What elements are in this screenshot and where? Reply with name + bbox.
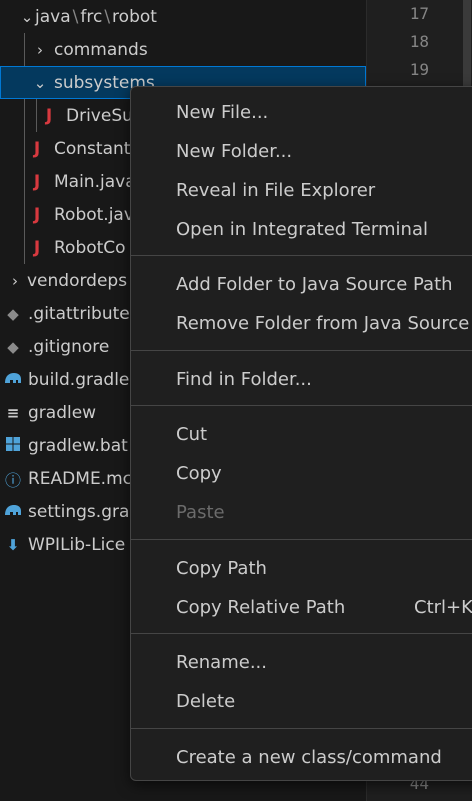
java-file-icon: J <box>45 105 53 126</box>
menu-item-new-file[interactable]: New File... <box>131 95 472 129</box>
line-number: 18 <box>409 32 429 51</box>
folder-label: vendordeps <box>27 270 128 291</box>
java-file-icon: J <box>33 204 41 225</box>
menu-item-rename[interactable]: Rename... <box>131 645 472 679</box>
menu-separator <box>131 633 472 634</box>
git-diamond-icon: ◆ <box>7 304 19 323</box>
line-number: 19 <box>409 60 429 79</box>
folder-label: commands <box>54 39 148 60</box>
menu-item-remove-folder-from-java-source-path[interactable]: Remove Folder from Java Source P <box>131 306 472 340</box>
file-label: RobotCo <box>54 237 126 258</box>
keyboard-shortcut: Ctrl+K <box>414 596 472 618</box>
context-menu: New File... New Folder... Reveal in File… <box>130 86 472 781</box>
menu-item-label: Copy Relative Path <box>176 596 346 618</box>
chevron-down-icon: ⌄ <box>20 7 34 26</box>
menu-separator <box>131 255 472 256</box>
file-label: build.gradle <box>28 369 130 390</box>
file-label: Robot.jav <box>54 204 134 225</box>
file-label: settings.gra <box>28 501 130 522</box>
java-file-icon: J <box>33 237 41 258</box>
file-label: DriveSu <box>66 105 133 126</box>
gradle-elephant-icon <box>2 371 24 389</box>
menu-item-new-folder[interactable]: New Folder... <box>131 134 472 168</box>
menu-item-cut[interactable]: Cut <box>131 417 472 451</box>
windows-logo-icon <box>2 436 24 456</box>
java-file-icon: J <box>33 171 41 192</box>
menu-separator <box>131 405 472 406</box>
menu-item-reveal-in-file-explorer[interactable]: Reveal in File Explorer <box>131 173 472 207</box>
menu-separator <box>131 539 472 540</box>
gradle-elephant-icon <box>2 503 24 521</box>
chevron-down-icon: ⌄ <box>33 73 47 92</box>
chevron-right-icon: › <box>12 271 18 290</box>
info-circle-icon: ⓘ <box>4 470 21 490</box>
git-diamond-icon: ◆ <box>7 337 19 356</box>
file-label: Main.java <box>54 171 136 192</box>
path-separator: \ <box>104 6 111 27</box>
menu-item-copy-relative-path[interactable]: Copy Relative Path Ctrl+K <box>131 590 472 624</box>
chevron-right-icon: › <box>37 40 43 59</box>
menu-item-find-in-folder[interactable]: Find in Folder... <box>131 362 472 396</box>
text-lines-icon: ≡ <box>6 403 20 422</box>
file-label: gradlew <box>28 402 97 423</box>
file-label: .gitattribute <box>28 303 130 324</box>
java-file-icon: J <box>33 138 41 159</box>
menu-separator <box>131 728 472 729</box>
file-label: WPILib-Lice <box>28 534 126 555</box>
menu-item-open-in-integrated-terminal[interactable]: Open in Integrated Terminal <box>131 212 472 246</box>
menu-separator <box>131 350 472 351</box>
file-label: Constant <box>54 138 131 159</box>
tree-item-java-frc-robot[interactable]: ⌄ java \ frc \ robot <box>0 0 366 33</box>
line-number: 17 <box>409 4 429 23</box>
menu-item-paste: Paste <box>176 501 225 523</box>
menu-item-copy-path[interactable]: Copy Path <box>131 551 472 585</box>
menu-item-add-folder-to-java-source-path[interactable]: Add Folder to Java Source Path <box>131 267 472 301</box>
path-separator: \ <box>72 6 79 27</box>
menu-item-delete[interactable]: Delete <box>131 684 472 718</box>
download-arrow-icon: ⬇ <box>6 535 20 554</box>
menu-item-copy[interactable]: Copy <box>131 456 472 490</box>
folder-label: robot <box>112 6 157 27</box>
tree-item-commands[interactable]: › commands <box>0 33 366 66</box>
file-label: .gitignore <box>28 336 110 357</box>
folder-label: frc <box>80 6 103 27</box>
file-label: README.mc <box>28 468 132 489</box>
menu-item-create-new-class-command[interactable]: Create a new class/command <box>131 740 472 774</box>
folder-label: java <box>35 6 71 27</box>
file-label: gradlew.bat <box>28 435 128 456</box>
